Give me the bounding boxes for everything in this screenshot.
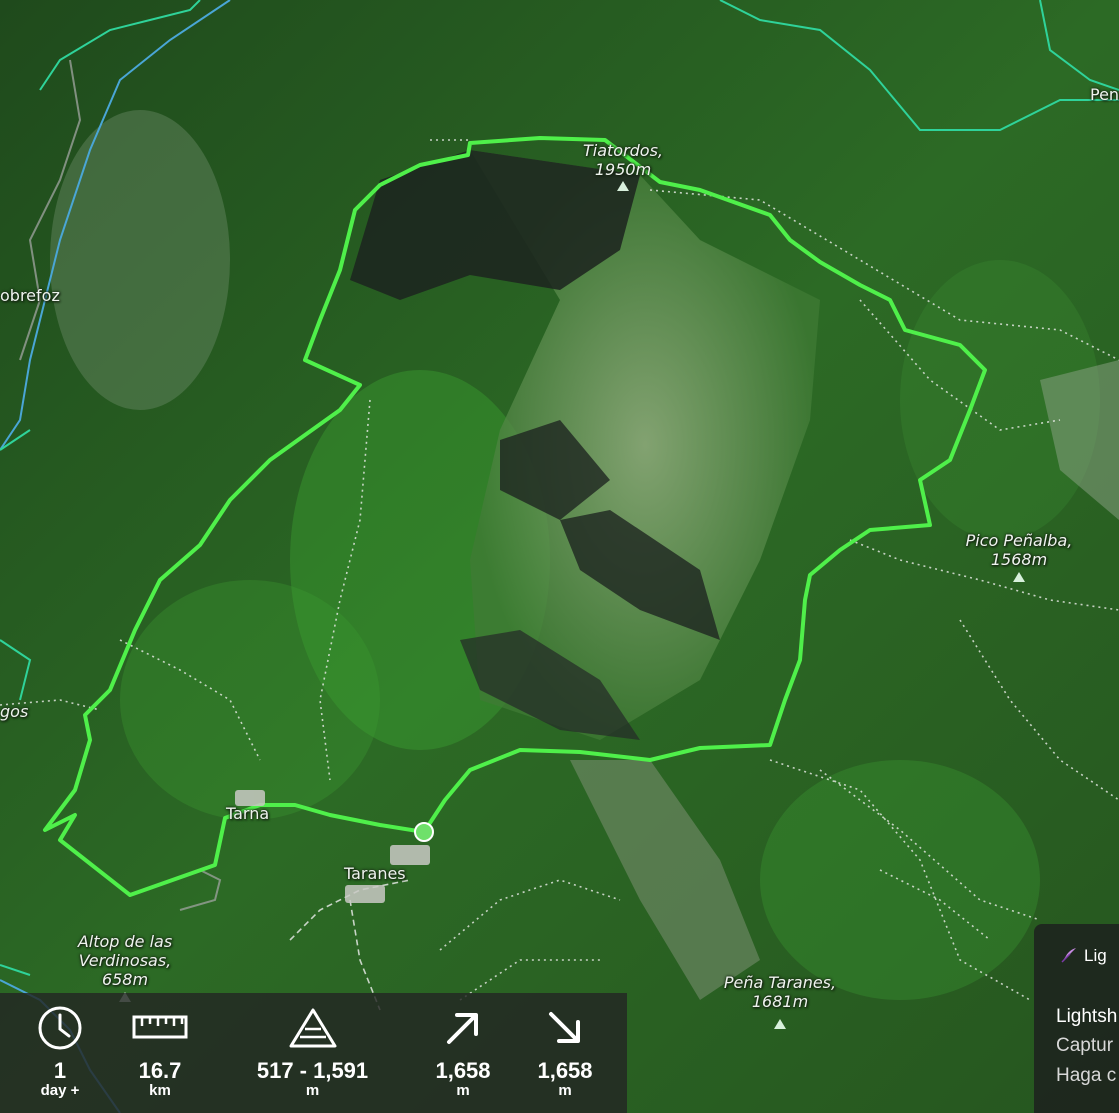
peak-elevation: 1681m — [751, 992, 809, 1011]
peak-name-line2: Verdinosas, — [78, 951, 172, 970]
arrow-down-right-icon — [525, 1003, 605, 1053]
peak-triangle-icon — [774, 1019, 786, 1029]
place-label-gos[interactable]: gos — [0, 702, 28, 721]
peak-triangle-icon — [1013, 572, 1025, 582]
peak-name: Peña Taranes, — [723, 973, 837, 992]
peak-label-pico-penalba[interactable]: Pico Peñalba, 1568m — [964, 531, 1074, 582]
stat-unit: m — [558, 1082, 572, 1099]
ruler-icon — [120, 1003, 200, 1053]
clock-icon — [20, 1003, 100, 1053]
start-marker[interactable] — [414, 822, 434, 842]
stat-value: 517 - 1,591 — [256, 1058, 369, 1083]
lightshot-notification-card[interactable]: Lig Lightsh Captur Haga c — [1034, 924, 1119, 1113]
card-text-line: Haga c — [1056, 1065, 1117, 1086]
card-heading: Lightsh — [1056, 1006, 1118, 1027]
stat-value: 16.7 — [138, 1058, 182, 1083]
place-label-tarna[interactable]: Tarna — [226, 804, 269, 823]
stat-unit: m — [305, 1082, 320, 1099]
village-settlement-icon — [345, 885, 385, 903]
stat-unit: day + — [40, 1082, 80, 1099]
peak-name: Tiatordos, — [582, 141, 664, 160]
place-label-taranes[interactable]: Taranes — [344, 864, 406, 883]
peak-label-tiatordos[interactable]: Tiatordos, 1950m — [573, 141, 673, 191]
arrow-up-right-icon — [423, 1003, 503, 1053]
card-title: Lig — [1084, 946, 1107, 965]
peak-label-altop-verdinosas[interactable]: Altop de las Verdinosas, 658m — [60, 932, 190, 1002]
village-taranes-icon — [390, 845, 430, 865]
stat-unit: m — [456, 1082, 470, 1099]
stat-descent: 1,658 m — [525, 993, 605, 1099]
feather-pen-icon — [1060, 946, 1078, 969]
place-label-pen-edge[interactable]: Pen — [1090, 85, 1119, 104]
place-label-sobrefoz[interactable]: obrefoz — [0, 286, 60, 305]
peak-name: Pico Peñalba, — [965, 531, 1073, 550]
stat-ascent: 1,658 m — [423, 993, 503, 1099]
stat-duration: 1 day + — [20, 993, 100, 1099]
stat-elevation-range: 517 - 1,591 m — [240, 993, 385, 1099]
stat-value: 1 — [53, 1058, 67, 1083]
peak-elevation: 658m — [101, 970, 149, 989]
stat-value: 1,658 — [435, 1058, 491, 1083]
stat-unit: km — [149, 1082, 171, 1099]
peak-triangle-icon — [617, 181, 629, 191]
card-text-line: Captur — [1056, 1035, 1114, 1056]
peak-elevation: 1950m — [594, 160, 652, 179]
route-stats-bar: 1 day + 16.7 km 517 - 1,591 m 1,658 m 1,… — [0, 993, 627, 1113]
stat-distance: 16.7 km — [120, 993, 200, 1099]
mountain-icon — [240, 1003, 385, 1053]
peak-label-pena-taranes[interactable]: Peña Taranes, 1681m — [710, 973, 850, 1029]
peak-elevation: 1568m — [990, 550, 1048, 569]
peak-name-line1: Altop de las — [77, 932, 173, 951]
stat-value: 1,658 — [537, 1058, 593, 1083]
